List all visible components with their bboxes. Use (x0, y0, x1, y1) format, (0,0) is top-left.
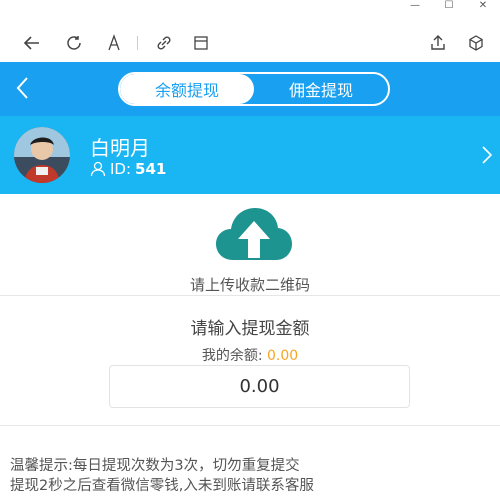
close-button[interactable]: ✕ (466, 0, 500, 12)
balance-label: 我的余额: (201, 348, 263, 364)
withdraw-amount-input[interactable] (109, 365, 410, 408)
page-header: 余额提现 佣金提现 (0, 62, 500, 116)
user-id: ID: 541 (90, 160, 166, 178)
link-icon[interactable] (152, 31, 176, 55)
tab-balance-withdraw[interactable]: 余额提现 (120, 74, 254, 104)
share-icon[interactable] (426, 31, 450, 55)
browser-toolbar (0, 26, 500, 60)
refresh-icon[interactable] (62, 31, 86, 55)
amount-title: 请输入提现金额 (190, 319, 310, 339)
chevron-left-icon (16, 77, 28, 99)
avatar (14, 127, 70, 183)
upload-qrcode-section[interactable]: 请上传收款二维码 (0, 194, 500, 296)
back-button[interactable] (10, 74, 34, 102)
balance-row: 我的余额: 0.00 (0, 345, 500, 365)
toolbar-divider (137, 36, 138, 50)
chevron-right-icon (482, 146, 493, 164)
user-name: 白明月 (90, 136, 150, 160)
user-id-value: 541 (135, 160, 167, 178)
back-arrow-icon[interactable] (20, 31, 44, 55)
maximize-button[interactable]: ☐ (432, 0, 466, 12)
cloud-upload-icon[interactable] (215, 206, 293, 262)
tab-commission-withdraw[interactable]: 佣金提现 (254, 74, 388, 104)
tips: 温馨提示:每日提现次数为3次，切勿重复提交 提现2秒之后查看微信零钱,入未到账请… (10, 456, 490, 496)
cube-icon[interactable] (464, 31, 488, 55)
tips-line: 提现2秒之后查看微信零钱,入未到账请联系客服 (10, 478, 314, 494)
minimize-button[interactable]: — (398, 0, 432, 12)
balance-value: 0.00 (267, 348, 299, 364)
user-icon (90, 161, 106, 177)
tips-line: 温馨提示:每日提现次数为3次，切勿重复提交 (10, 458, 300, 474)
withdraw-type-tabs: 余额提现 佣金提现 (118, 72, 390, 106)
upload-qrcode-label: 请上传收款二维码 (189, 276, 310, 294)
user-banner[interactable]: 白明月 ID: 541 (0, 116, 500, 194)
window-controls: — ☐ ✕ (398, 0, 500, 12)
layout-icon[interactable] (189, 31, 213, 55)
user-id-label: ID: (110, 160, 132, 178)
text-size-icon[interactable] (102, 31, 126, 55)
withdraw-amount-section: 请输入提现金额 我的余额: 0.00 (0, 296, 500, 426)
